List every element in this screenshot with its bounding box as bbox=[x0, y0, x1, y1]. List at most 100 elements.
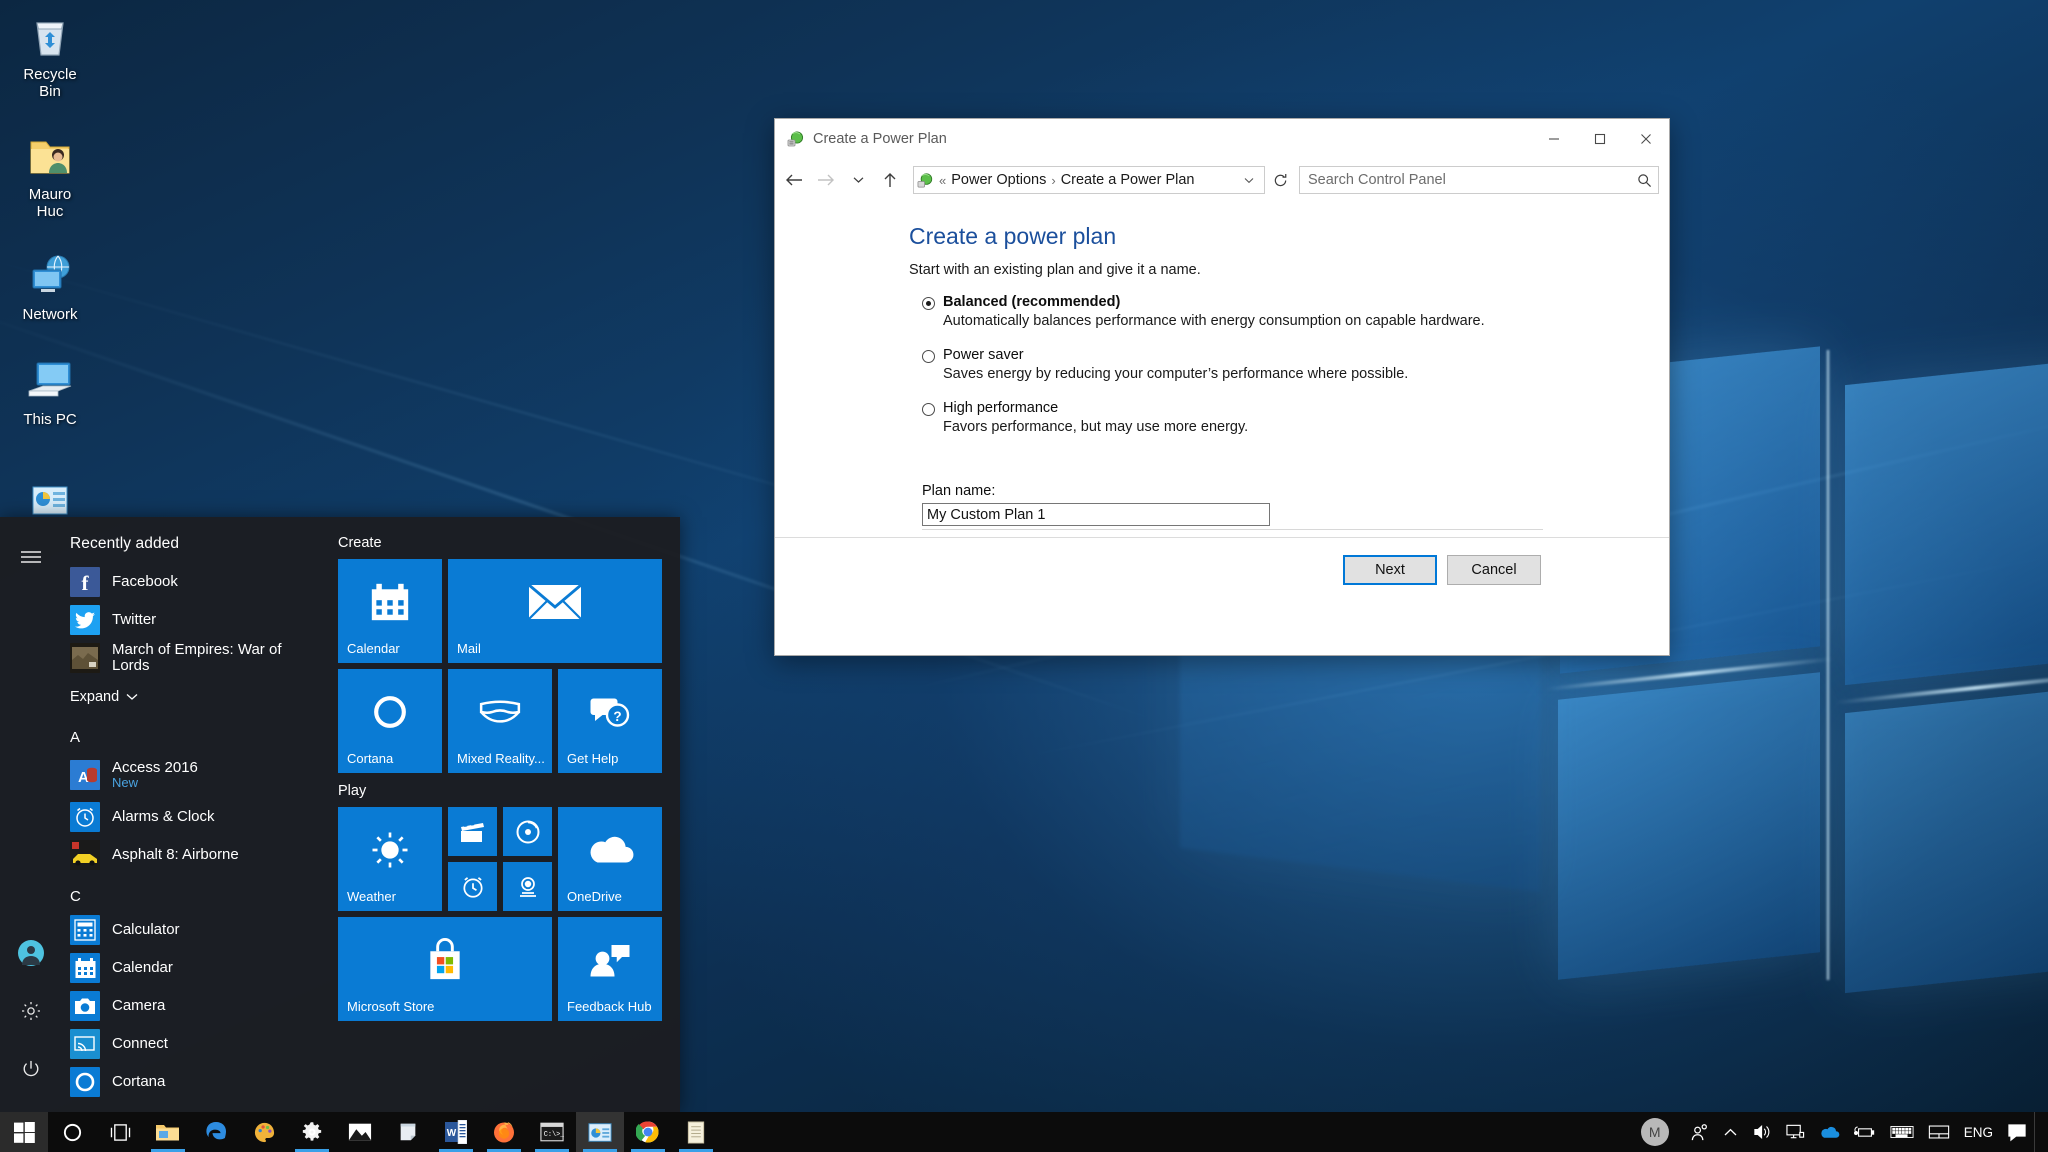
tile-calendar[interactable]: Calendar bbox=[338, 559, 442, 663]
recent-locations-chevron-down-icon[interactable] bbox=[843, 165, 873, 195]
hamburger-icon[interactable] bbox=[0, 537, 62, 577]
start-menu-app-list[interactable]: Recently added f Facebook Twitter bbox=[62, 517, 320, 1112]
firefox-icon[interactable] bbox=[480, 1112, 528, 1152]
paint-3d-icon[interactable] bbox=[240, 1112, 288, 1152]
cancel-button[interactable]: Cancel bbox=[1447, 555, 1541, 585]
desktop-icon-network[interactable]: Network bbox=[2, 250, 98, 323]
onedrive-tray-icon[interactable] bbox=[1812, 1112, 1847, 1152]
control-panel-icon[interactable] bbox=[576, 1112, 624, 1152]
people-icon[interactable] bbox=[1683, 1112, 1716, 1152]
refresh-icon[interactable] bbox=[1267, 166, 1293, 194]
search-icon[interactable] bbox=[1637, 173, 1652, 188]
language-indicator[interactable]: ENG bbox=[1957, 1112, 2000, 1152]
app-label: Facebook bbox=[112, 574, 178, 590]
list-item[interactable]: f Facebook bbox=[62, 563, 320, 601]
next-button[interactable]: Next bbox=[1343, 555, 1437, 585]
breadcrumb-item-power-options[interactable]: Power Options bbox=[951, 172, 1046, 188]
desktop-icon-this-pc[interactable]: This PC bbox=[2, 355, 98, 428]
back-arrow-icon[interactable] bbox=[779, 165, 809, 195]
sticky-notes-icon[interactable] bbox=[384, 1112, 432, 1152]
list-item[interactable]: Connect bbox=[62, 1025, 320, 1063]
tile-feedback-hub[interactable]: Feedback Hub bbox=[558, 917, 662, 1021]
tile-get-help[interactable]: ? Get Help bbox=[558, 669, 662, 773]
radio-balanced[interactable] bbox=[922, 297, 935, 310]
list-item[interactable]: March of Empires: War of Lords bbox=[62, 639, 320, 677]
breadcrumb-overflow[interactable]: « bbox=[939, 173, 946, 188]
settings-icon[interactable] bbox=[288, 1112, 336, 1152]
tile-mail[interactable]: Mail bbox=[448, 559, 662, 663]
expand-toggle[interactable]: Expand bbox=[62, 677, 320, 715]
cortana-icon[interactable] bbox=[48, 1112, 96, 1152]
taskbar[interactable]: W C:\>_ bbox=[0, 1112, 2048, 1152]
photos-icon[interactable] bbox=[336, 1112, 384, 1152]
breadcrumb-item-create-a-power-plan[interactable]: Create a Power Plan bbox=[1061, 172, 1195, 188]
forward-arrow-icon[interactable] bbox=[811, 165, 841, 195]
show-hidden-icons-chevron[interactable] bbox=[1716, 1112, 1746, 1152]
start-menu[interactable]: Recently added f Facebook Twitter bbox=[0, 517, 680, 1112]
plan-name-input[interactable] bbox=[922, 503, 1270, 526]
tile-cortana[interactable]: Cortana bbox=[338, 669, 442, 773]
start-menu-tiles[interactable]: Create Calendar Mail bbox=[320, 517, 680, 1112]
touchpad-icon[interactable] bbox=[1921, 1112, 1957, 1152]
tile-onedrive[interactable]: OneDrive bbox=[558, 807, 662, 911]
breadcrumb-separator: › bbox=[1051, 173, 1055, 188]
task-view-icon[interactable] bbox=[96, 1112, 144, 1152]
tile-alarms-clock[interactable] bbox=[448, 862, 497, 911]
app-label: Access 2016 bbox=[112, 760, 198, 776]
list-item[interactable]: Calendar bbox=[62, 949, 320, 987]
desktop-icon-mauro-huc[interactable]: Mauro Huc bbox=[2, 130, 98, 220]
command-prompt-icon[interactable]: C:\>_ bbox=[528, 1112, 576, 1152]
tile-camera[interactable] bbox=[503, 862, 552, 911]
breadcrumb[interactable]: « Power Options › Create a Power Plan bbox=[913, 166, 1265, 194]
avatar[interactable]: M bbox=[1641, 1118, 1669, 1146]
tile-microsoft-store[interactable]: Microsoft Store bbox=[338, 917, 552, 1021]
gear-icon[interactable] bbox=[0, 982, 62, 1040]
start-menu-rail[interactable] bbox=[0, 517, 62, 1112]
windows-start-icon[interactable] bbox=[0, 1112, 48, 1152]
window-titlebar[interactable]: Create a Power Plan bbox=[775, 119, 1669, 159]
get-help-icon: ? bbox=[558, 669, 662, 755]
radio-power-saver[interactable] bbox=[922, 350, 935, 363]
file-explorer-icon[interactable] bbox=[144, 1112, 192, 1152]
up-arrow-icon[interactable] bbox=[875, 165, 905, 195]
show-desktop-button[interactable] bbox=[2034, 1112, 2042, 1152]
power-plan-option-high-performance[interactable]: High performance Favors performance, but… bbox=[775, 400, 1669, 435]
tile-weather[interactable]: Weather bbox=[338, 807, 442, 911]
battery-icon[interactable] bbox=[1847, 1112, 1883, 1152]
list-item[interactable]: Cortana bbox=[62, 1063, 320, 1101]
edge-icon[interactable] bbox=[192, 1112, 240, 1152]
close-icon[interactable] bbox=[1623, 119, 1669, 159]
desktop-icon-recycle-bin[interactable]: Recycle Bin bbox=[2, 10, 98, 100]
minimize-icon[interactable] bbox=[1531, 119, 1577, 159]
list-item[interactable]: Alarms & Clock bbox=[62, 798, 320, 836]
touch-keyboard-icon[interactable] bbox=[1883, 1112, 1921, 1152]
user-account-icon[interactable] bbox=[0, 924, 62, 982]
list-item[interactable]: Camera bbox=[62, 987, 320, 1025]
tile-movies-tv[interactable] bbox=[448, 807, 497, 856]
chrome-icon[interactable] bbox=[624, 1112, 672, 1152]
power-plan-option-power-saver[interactable]: Power saver Saves energy by reducing you… bbox=[775, 347, 1669, 382]
list-item[interactable]: A Access 2016 New bbox=[62, 752, 320, 798]
action-center-icon[interactable] bbox=[2000, 1112, 2034, 1152]
create-power-plan-window[interactable]: Create a Power Plan bbox=[774, 118, 1670, 656]
system-tray[interactable]: M bbox=[1633, 1112, 2048, 1152]
search-input[interactable] bbox=[1308, 172, 1637, 188]
desktop-icon-label: Mauro bbox=[2, 186, 98, 203]
list-item[interactable]: Asphalt 8: Airborne bbox=[62, 836, 320, 874]
breadcrumb-chevron-down-icon[interactable] bbox=[1240, 177, 1260, 184]
tile-mixed-reality[interactable]: Mixed Reality... bbox=[448, 669, 552, 773]
network-monitor-icon[interactable] bbox=[1779, 1112, 1812, 1152]
navigation-bar[interactable]: « Power Options › Create a Power Plan bbox=[775, 159, 1669, 201]
tile-groove-music[interactable] bbox=[503, 807, 552, 856]
radio-high-performance[interactable] bbox=[922, 403, 935, 416]
power-plan-option-balanced[interactable]: Balanced (recommended) Automatically bal… bbox=[775, 294, 1669, 329]
list-item[interactable]: Twitter bbox=[62, 601, 320, 639]
notepad-icon[interactable] bbox=[672, 1112, 720, 1152]
maximize-icon[interactable] bbox=[1577, 119, 1623, 159]
search-control-panel-box[interactable] bbox=[1299, 166, 1659, 194]
list-item[interactable]: Calculator bbox=[62, 911, 320, 949]
word-icon[interactable]: W bbox=[432, 1112, 480, 1152]
feedback-hub-icon bbox=[558, 917, 662, 1003]
power-icon[interactable] bbox=[0, 1040, 62, 1098]
volume-icon[interactable] bbox=[1746, 1112, 1779, 1152]
